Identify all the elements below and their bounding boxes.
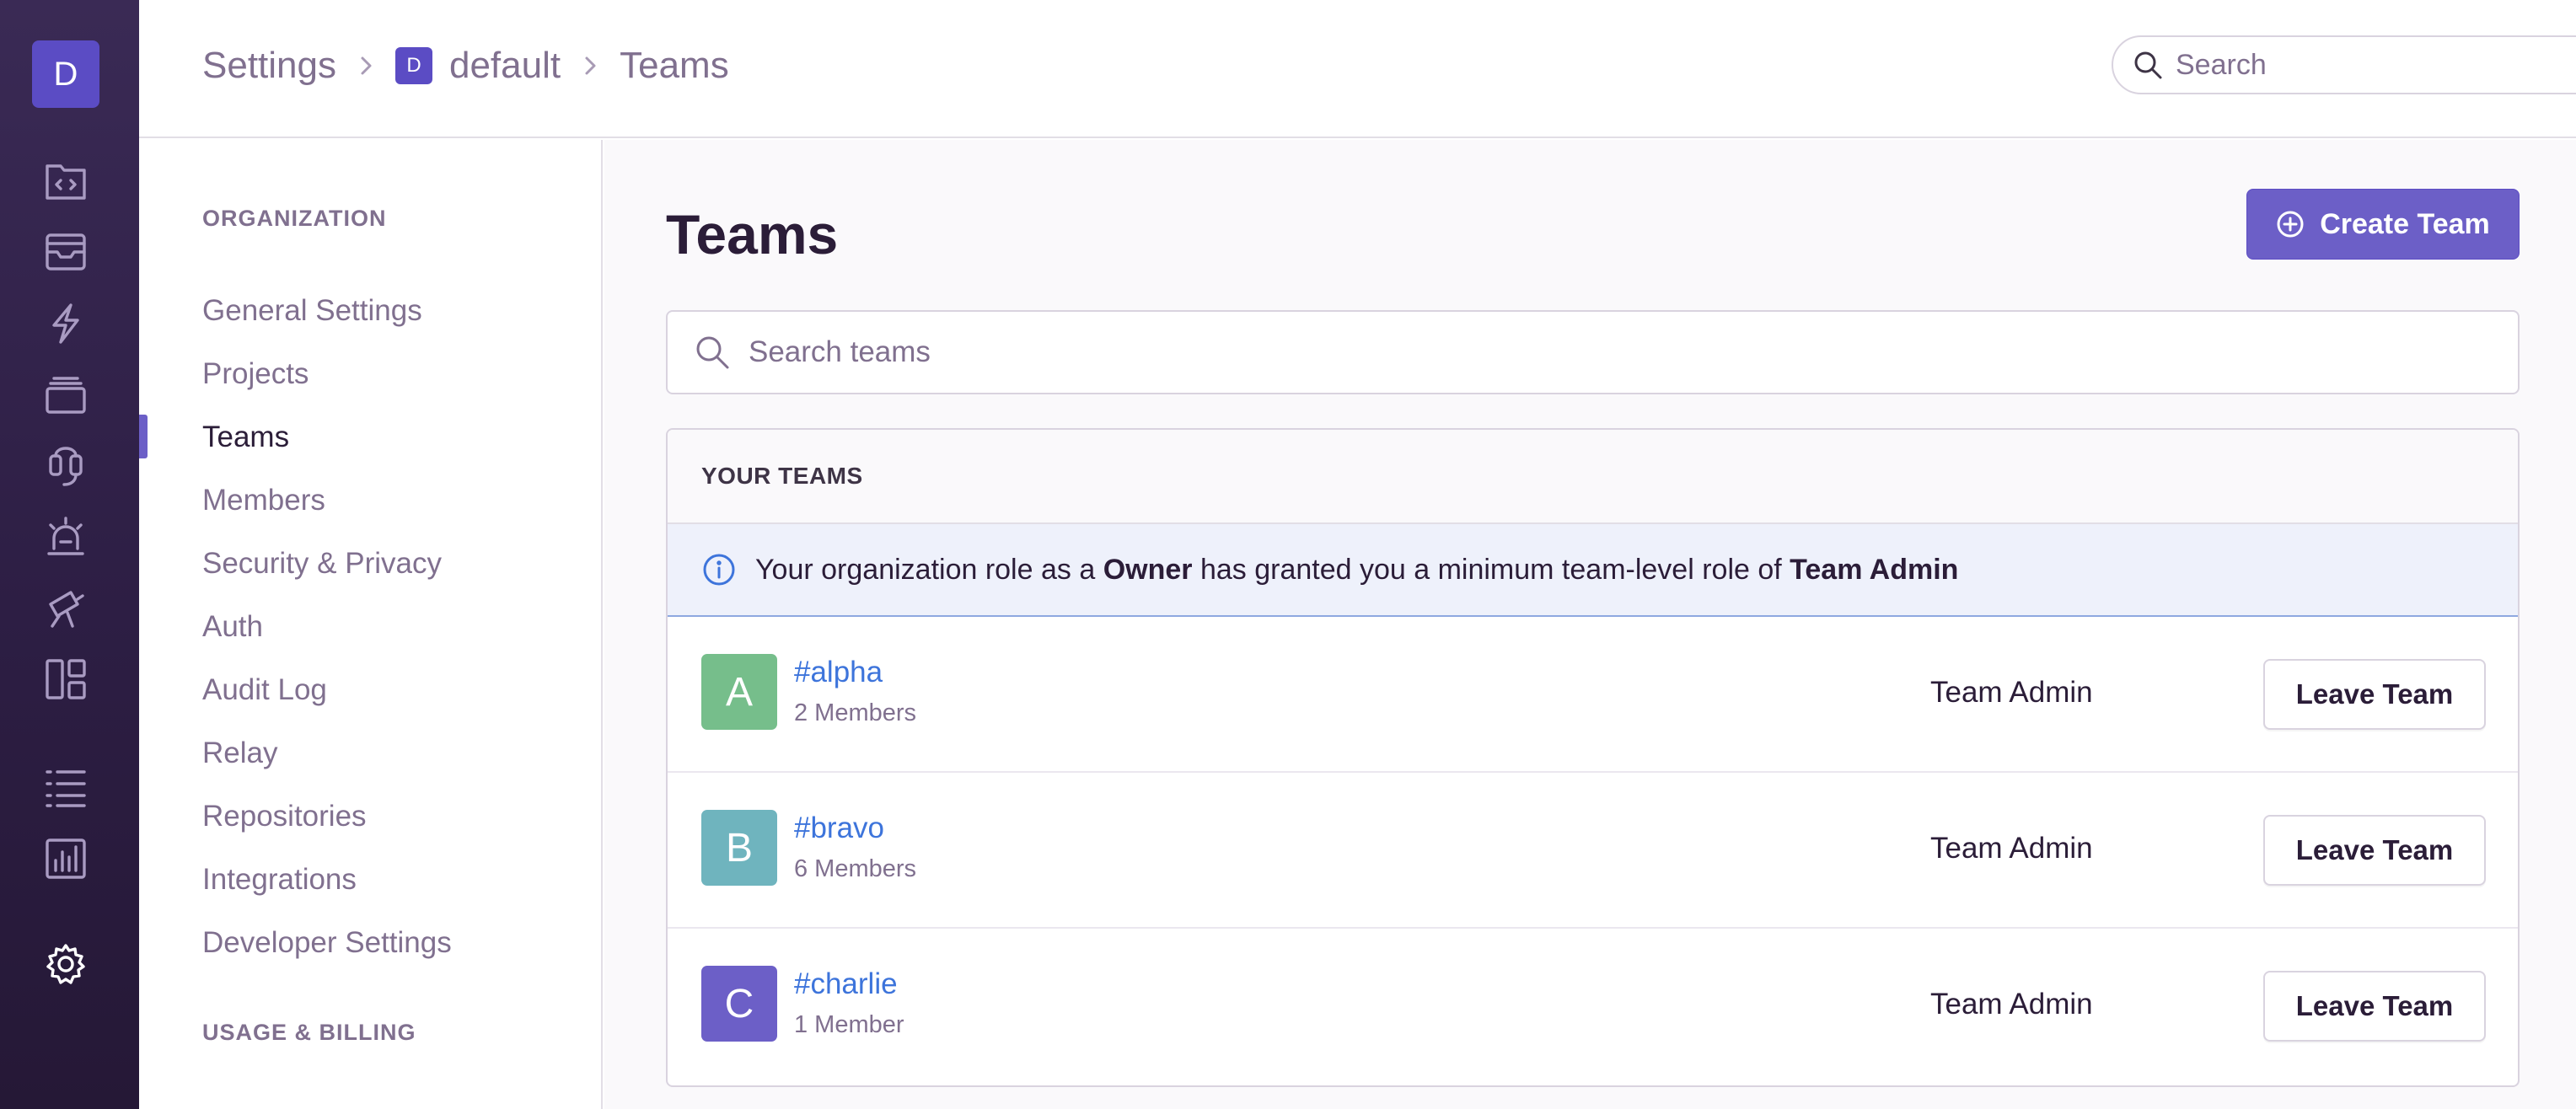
team-search[interactable] xyxy=(666,310,2520,394)
alert-middle: has granted you a minimum team-level rol… xyxy=(1192,553,1790,586)
global-search-input[interactable] xyxy=(2176,48,2576,82)
panel-header: YOUR TEAMS xyxy=(668,430,2518,524)
nav-heading-organization: ORGANIZATION xyxy=(202,206,387,231)
issues-icon[interactable] xyxy=(40,155,92,207)
team-name-link[interactable]: #charlie xyxy=(794,967,898,1001)
settings-icon[interactable] xyxy=(40,938,92,990)
search-icon xyxy=(2134,51,2162,79)
sidebar-item-repositories[interactable]: Repositories xyxy=(202,800,367,833)
table-row: B #bravo 6 Members Team Admin Leave Team xyxy=(668,773,2518,929)
create-team-button[interactable]: Create Team xyxy=(2246,189,2520,260)
team-search-input[interactable] xyxy=(749,335,2434,369)
leave-team-button[interactable]: Leave Team xyxy=(2263,659,2486,730)
sidebar-item-audit-log[interactable]: Audit Log xyxy=(202,673,327,707)
sidebar-item-security-privacy[interactable]: Security & Privacy xyxy=(202,547,442,581)
sidebar-item-general-settings[interactable]: General Settings xyxy=(202,294,422,328)
team-role: Team Admin xyxy=(1930,832,2093,865)
leave-team-button[interactable]: Leave Team xyxy=(2263,815,2486,886)
alert-text: Your organization role as a Owner has gr… xyxy=(755,554,1958,587)
global-search[interactable] xyxy=(2112,35,2576,94)
org-badge: D xyxy=(394,47,432,84)
user-feedback-icon[interactable] xyxy=(40,440,92,492)
breadcrumb-settings[interactable]: Settings xyxy=(202,45,336,87)
create-team-label: Create Team xyxy=(2320,207,2490,240)
breadcrumb-org[interactable]: D default xyxy=(394,45,561,87)
active-indicator xyxy=(139,415,148,458)
team-member-count: 2 Members xyxy=(794,699,917,726)
alert-org-role: Owner xyxy=(1103,553,1193,586)
settings-sidebar: ORGANIZATION General Settings Projects T… xyxy=(139,140,603,1109)
nav-heading-usage-billing: USAGE & BILLING xyxy=(202,1020,416,1045)
team-name-link[interactable]: #alpha xyxy=(794,656,883,689)
sidebar-item-teams[interactable]: Teams xyxy=(202,421,289,454)
dashboards-icon[interactable] xyxy=(40,653,92,705)
leave-team-button[interactable]: Leave Team xyxy=(2263,971,2486,1042)
role-info-alert: Your organization role as a Owner has gr… xyxy=(668,524,2518,617)
breadcrumb-org-name: default xyxy=(448,45,561,86)
add-circle-icon xyxy=(2277,211,2304,238)
team-member-count: 1 Member xyxy=(794,1011,904,1038)
main-content: Teams Create Team YOUR TEAMS Your organi… xyxy=(604,140,2576,1109)
your-teams-panel: YOUR TEAMS Your organization role as a O… xyxy=(666,428,2520,1087)
chevron-right-icon xyxy=(579,55,601,77)
team-role: Team Admin xyxy=(1930,676,2093,709)
sidebar-rail: D xyxy=(0,0,139,1109)
top-bar: Settings D default Teams xyxy=(139,0,2576,138)
activity-icon[interactable] xyxy=(40,761,92,813)
releases-icon[interactable] xyxy=(40,369,92,421)
stats-icon[interactable] xyxy=(40,833,92,885)
alert-team-role: Team Admin xyxy=(1790,553,1959,586)
team-avatar: B xyxy=(701,810,777,886)
team-role: Team Admin xyxy=(1930,988,2093,1021)
discover-icon[interactable] xyxy=(40,581,92,634)
alert-prefix: Your organization role as a xyxy=(755,553,1103,586)
table-row: A #alpha 2 Members Team Admin Leave Team xyxy=(668,617,2518,773)
sidebar-item-projects[interactable]: Projects xyxy=(202,357,309,391)
team-name-link[interactable]: #bravo xyxy=(794,812,884,845)
info-icon xyxy=(703,554,735,586)
table-row: C #charlie 1 Member Team Admin Leave Tea… xyxy=(668,929,2518,1085)
sidebar-item-auth[interactable]: Auth xyxy=(202,610,263,644)
search-icon xyxy=(696,336,729,369)
sidebar-item-members[interactable]: Members xyxy=(202,484,325,517)
chevron-right-icon xyxy=(355,55,377,77)
breadcrumb: Settings D default Teams xyxy=(202,40,729,91)
team-avatar: C xyxy=(701,966,777,1042)
alerts-icon[interactable] xyxy=(40,511,92,563)
performance-icon[interactable] xyxy=(40,297,92,350)
team-member-count: 6 Members xyxy=(794,855,917,882)
sidebar-item-relay[interactable]: Relay xyxy=(202,737,277,770)
org-avatar[interactable]: D xyxy=(32,40,99,108)
page-title: Teams xyxy=(666,203,839,265)
sidebar-item-developer-settings[interactable]: Developer Settings xyxy=(202,926,452,960)
projects-icon[interactable] xyxy=(40,226,92,278)
sidebar-item-integrations[interactable]: Integrations xyxy=(202,863,357,897)
breadcrumb-current: Teams xyxy=(620,45,729,86)
team-avatar: A xyxy=(701,654,777,730)
